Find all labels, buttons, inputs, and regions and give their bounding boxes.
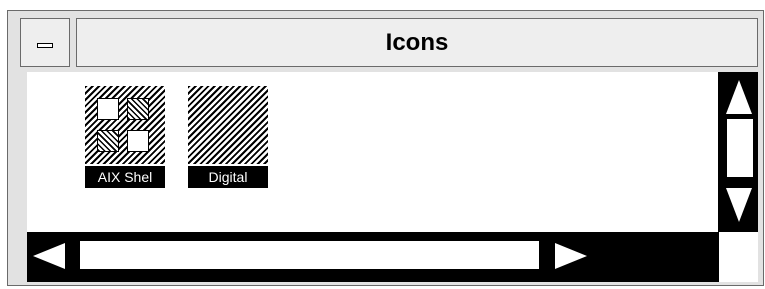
digital-icon xyxy=(188,86,268,164)
icon-label: Digital xyxy=(188,166,268,188)
scroll-down-icon[interactable] xyxy=(725,186,753,224)
window-menu-button[interactable] xyxy=(20,18,70,67)
scrollbar-corner xyxy=(718,232,758,282)
icon-label: AIX Shel xyxy=(85,166,165,188)
vertical-scroll-thumb[interactable] xyxy=(727,119,753,177)
horizontal-scrollbar[interactable] xyxy=(27,232,718,282)
window-title: Icons xyxy=(385,28,449,56)
scroll-left-icon[interactable] xyxy=(31,241,67,271)
scroll-up-icon[interactable] xyxy=(725,78,753,116)
title-bar[interactable]: Icons xyxy=(76,18,758,67)
horizontal-scroll-thumb[interactable] xyxy=(80,241,539,269)
icon-digital[interactable]: Digital xyxy=(188,86,268,188)
scroll-right-icon[interactable] xyxy=(553,241,589,271)
minimize-icon xyxy=(37,43,53,48)
vertical-scrollbar[interactable] xyxy=(718,72,758,232)
aix-shell-icon xyxy=(85,86,165,164)
icon-aix-shell[interactable]: AIX Shel xyxy=(85,86,165,188)
icon-area: AIX Shel Digital xyxy=(27,72,718,232)
